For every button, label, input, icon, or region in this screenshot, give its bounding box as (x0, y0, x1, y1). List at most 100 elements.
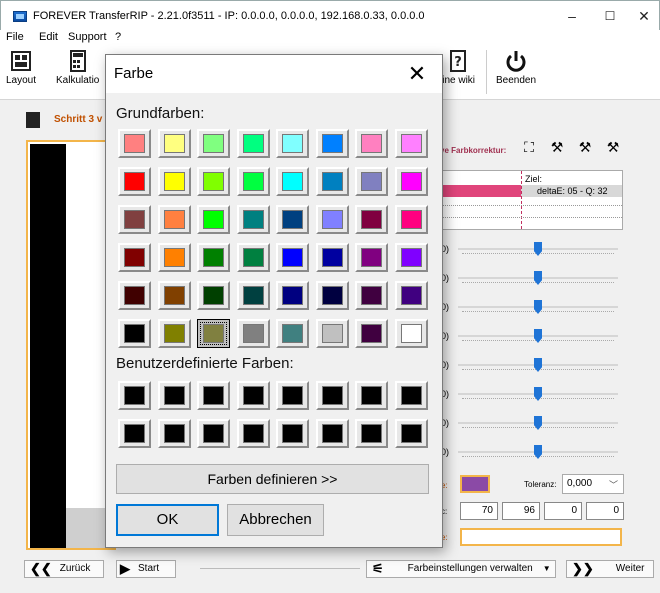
image-preview[interactable] (26, 140, 116, 550)
basic-color-swatch[interactable] (118, 281, 151, 310)
custom-color-swatch[interactable] (276, 381, 309, 410)
basic-color-swatch[interactable] (237, 281, 270, 310)
target-color-table[interactable]: Ziel: deltaE: 05 - Q: 32 (440, 170, 623, 230)
menu-file[interactable]: File (6, 31, 24, 43)
cmyk-k-field[interactable]: 0 (586, 502, 624, 520)
next-button[interactable]: ❯❯ Weiter (572, 560, 645, 578)
basic-color-swatch[interactable] (158, 281, 191, 310)
basic-color-swatch[interactable] (197, 243, 230, 272)
name-field[interactable] (460, 528, 622, 546)
custom-color-swatch[interactable] (118, 381, 151, 410)
basic-color-swatch[interactable] (316, 243, 349, 272)
start-button[interactable]: ▶ Start (120, 560, 159, 578)
toolbar-kalkulation-button[interactable]: Kalkulatio (56, 50, 99, 86)
basic-color-swatch[interactable] (355, 167, 388, 196)
basic-color-swatch[interactable] (276, 243, 309, 272)
cmyk-y-field[interactable]: 0 (544, 502, 582, 520)
toolbar-wiki-button[interactable]: ? line wiki (440, 50, 475, 86)
custom-color-swatch[interactable] (276, 419, 309, 448)
basic-color-swatch[interactable] (316, 205, 349, 234)
basic-color-swatch[interactable] (395, 129, 428, 158)
custom-color-swatch[interactable] (395, 419, 428, 448)
basic-color-swatch[interactable] (197, 319, 230, 348)
basic-color-swatch[interactable] (118, 205, 151, 234)
basic-color-swatch[interactable] (276, 205, 309, 234)
basic-color-swatch[interactable] (395, 167, 428, 196)
basic-color-swatch[interactable] (118, 129, 151, 158)
wand-icon[interactable]: ⚒ (548, 138, 566, 156)
basic-color-swatch[interactable] (355, 205, 388, 234)
basic-color-swatch[interactable] (355, 243, 388, 272)
basic-color-swatch[interactable] (316, 319, 349, 348)
cmyk-m-field[interactable]: 96 (502, 502, 540, 520)
basic-color-swatch[interactable] (197, 129, 230, 158)
custom-color-swatch[interactable] (237, 381, 270, 410)
adjust-slider[interactable] (458, 271, 618, 285)
basic-color-swatch[interactable] (395, 243, 428, 272)
basic-color-swatch[interactable] (316, 167, 349, 196)
toolbar-layout-button[interactable]: Layout (6, 50, 36, 86)
toleranz-dropdown[interactable]: 0,000 ﹀ (562, 474, 624, 494)
menu-edit[interactable]: Edit (39, 31, 58, 43)
custom-color-swatch[interactable] (118, 419, 151, 448)
basic-color-swatch[interactable] (316, 129, 349, 158)
basic-color-swatch[interactable] (395, 205, 428, 234)
basic-color-swatch[interactable] (316, 281, 349, 310)
basic-color-swatch[interactable] (158, 129, 191, 158)
cancel-button[interactable]: Abbrechen (227, 504, 324, 536)
adjust-slider[interactable] (458, 242, 618, 256)
minimize-button[interactable]: – (557, 5, 587, 27)
basic-color-swatch[interactable] (237, 167, 270, 196)
custom-color-swatch[interactable] (395, 381, 428, 410)
adjust-slider[interactable] (458, 387, 618, 401)
manage-settings-button[interactable]: ⚟ Farbeinstellungen verwalten ▼ (372, 560, 551, 578)
adjust-slider[interactable] (458, 416, 618, 430)
custom-color-swatch[interactable] (355, 381, 388, 410)
wand-plus-icon[interactable]: ⚒ (576, 138, 594, 156)
basic-color-swatch[interactable] (395, 319, 428, 348)
basic-color-swatch[interactable] (237, 205, 270, 234)
basic-color-swatch[interactable] (197, 167, 230, 196)
custom-color-swatch[interactable] (316, 381, 349, 410)
basic-color-swatch[interactable] (276, 281, 309, 310)
basic-color-swatch[interactable] (197, 205, 230, 234)
custom-color-swatch[interactable] (316, 419, 349, 448)
back-button[interactable]: ❮❮ Zurück (30, 560, 90, 578)
custom-color-swatch[interactable] (158, 419, 191, 448)
adjust-slider[interactable] (458, 358, 618, 372)
custom-color-swatch[interactable] (158, 381, 191, 410)
basic-color-swatch[interactable] (276, 319, 309, 348)
basic-color-swatch[interactable] (276, 167, 309, 196)
eyedropper-icon[interactable]: ⛶ (520, 138, 538, 156)
adjust-slider[interactable] (458, 445, 618, 459)
wand-minus-icon[interactable]: ⚒ (604, 138, 622, 156)
basic-color-swatch[interactable] (158, 243, 191, 272)
basic-color-swatch[interactable] (355, 281, 388, 310)
define-colors-button[interactable]: Farben definieren >> (116, 464, 429, 494)
basic-color-swatch[interactable] (118, 319, 151, 348)
basic-color-swatch[interactable] (118, 243, 151, 272)
basic-color-swatch[interactable] (355, 129, 388, 158)
basic-color-swatch[interactable] (237, 319, 270, 348)
ok-button[interactable]: OK (116, 504, 219, 536)
maximize-button[interactable]: ☐ (595, 5, 625, 27)
basic-color-swatch[interactable] (237, 129, 270, 158)
dialog-close-button[interactable]: ✕ (402, 59, 432, 89)
basic-color-swatch[interactable] (158, 319, 191, 348)
adjust-slider[interactable] (458, 329, 618, 343)
basic-color-swatch[interactable] (118, 167, 151, 196)
basic-color-swatch[interactable] (197, 281, 230, 310)
custom-color-swatch[interactable] (197, 419, 230, 448)
menu-help[interactable]: ? (115, 31, 121, 43)
toolbar-beenden-button[interactable]: Beenden (496, 50, 536, 86)
basic-color-swatch[interactable] (355, 319, 388, 348)
custom-color-swatch[interactable] (355, 419, 388, 448)
basic-color-swatch[interactable] (158, 167, 191, 196)
adjust-slider[interactable] (458, 300, 618, 314)
selected-color-swatch[interactable] (460, 475, 490, 493)
basic-color-swatch[interactable] (158, 205, 191, 234)
custom-color-swatch[interactable] (237, 419, 270, 448)
basic-color-swatch[interactable] (276, 129, 309, 158)
close-window-button[interactable]: ✕ (629, 5, 659, 27)
basic-color-swatch[interactable] (395, 281, 428, 310)
